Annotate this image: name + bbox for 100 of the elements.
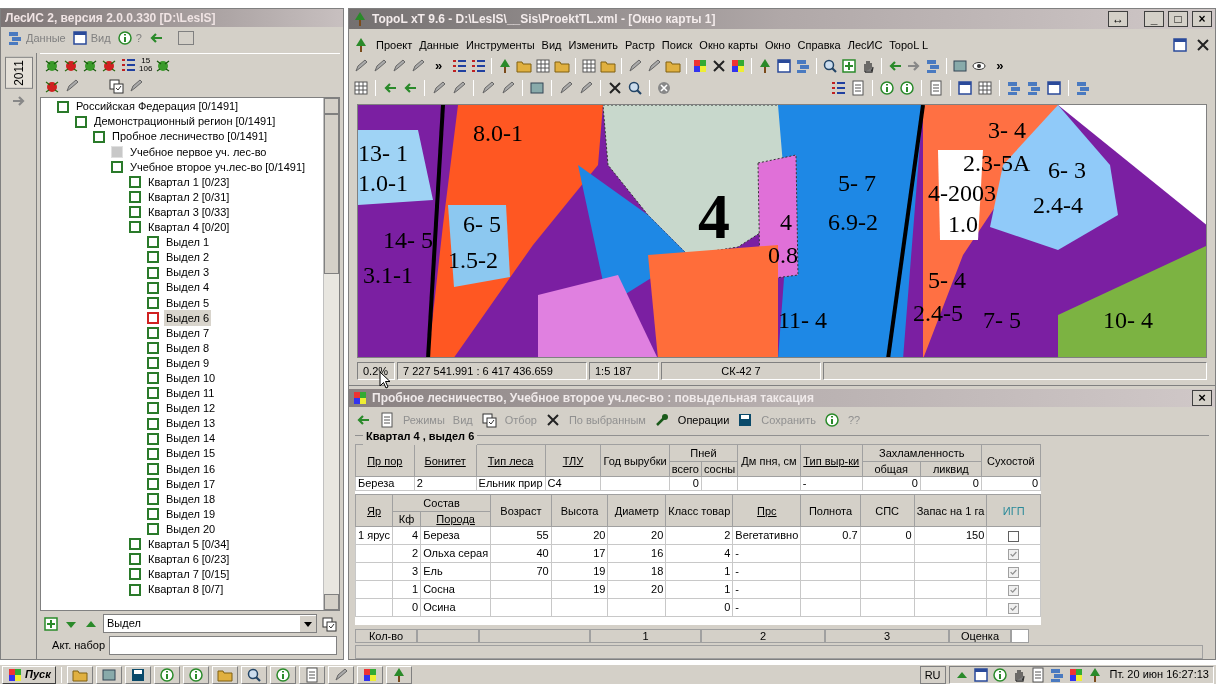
checkbox[interactable]	[1008, 548, 1020, 560]
menu-item[interactable]: Окно карты	[699, 36, 758, 54]
tree-checkbox[interactable]	[147, 266, 159, 279]
title-bar-button[interactable]: _	[1144, 11, 1164, 27]
tree-checkbox[interactable]	[129, 176, 141, 188]
menu-item[interactable]: Изменить	[568, 36, 619, 54]
toolbar-cancel-icon[interactable]	[656, 80, 672, 96]
tree-checkbox[interactable]	[147, 493, 159, 505]
tree-checkbox[interactable]	[147, 417, 159, 430]
minimize-button[interactable]	[177, 31, 194, 45]
toolbar-pen-icon[interactable]	[451, 80, 467, 96]
tree-checkbox[interactable]	[111, 160, 123, 173]
toolbar-pen-icon[interactable]	[372, 58, 388, 74]
toolbar-window-icon[interactable]	[776, 58, 793, 74]
tree-checkbox[interactable]	[147, 326, 159, 339]
tray-icon[interactable]	[1029, 666, 1046, 683]
tree-item[interactable]: Квартал 6 [0/23]	[146, 551, 232, 568]
tree-checkbox[interactable]	[129, 553, 141, 566]
taskbar-app-icon[interactable]	[187, 666, 204, 683]
toolbar-cross-icon[interactable]	[607, 80, 623, 96]
column-header[interactable]: Полнота	[800, 494, 861, 527]
tree-checkbox[interactable]	[147, 387, 159, 400]
toolbar-folder-icon[interactable]	[665, 58, 682, 74]
tree-checkbox[interactable]	[129, 206, 141, 219]
toolbar-pen-icon[interactable]	[578, 80, 594, 96]
tray-icon[interactable]	[991, 666, 1008, 683]
tree-checkbox[interactable]	[147, 281, 159, 294]
toolbar-overflow[interactable]: »	[990, 56, 1010, 76]
tree-item[interactable]: Пробное лесничество [0/1491]	[110, 128, 270, 145]
taskbar-app-icon[interactable]	[245, 666, 262, 683]
column-header[interactable]: ТЛУ	[545, 444, 601, 477]
year-tab[interactable]: 2011	[4, 57, 33, 89]
toolbar-search-icon[interactable]	[627, 80, 643, 96]
tree-item[interactable]: Выдел 2	[164, 249, 211, 266]
tree-item[interactable]: Выдел 12	[164, 400, 218, 417]
tree-item[interactable]: Выдел 20	[164, 520, 218, 538]
taskbar-app-icon[interactable]	[274, 666, 291, 683]
toolbar-document-icon[interactable]	[850, 80, 866, 96]
tree-item[interactable]: Российская Федерация [0/1491]	[74, 98, 241, 115]
scroll-up-button[interactable]	[324, 98, 339, 114]
add-icon[interactable]	[43, 615, 59, 632]
menu-item[interactable]: Справка	[797, 36, 841, 54]
toolbar-layers-icon[interactable]	[1006, 80, 1022, 96]
taskbar-app-icon[interactable]	[129, 666, 146, 683]
column-header[interactable]: Яр	[355, 494, 393, 527]
column-header[interactable]: Прс	[732, 494, 801, 527]
column-header[interactable]: Дм пня, см	[737, 444, 801, 477]
tree-item[interactable]: Выдел 17	[164, 475, 218, 493]
app-icon[interactable]	[353, 37, 369, 53]
toolbar-grid-icon[interactable]	[535, 58, 552, 74]
toolbar-info-icon[interactable]	[879, 80, 895, 96]
tree-item[interactable]: Квартал 2 [0/31]	[146, 188, 232, 206]
column-header[interactable]: Год вырубки	[600, 444, 670, 477]
menu-item[interactable]: Поиск	[661, 36, 693, 54]
toolbar-button[interactable]: Операции	[677, 411, 730, 429]
toolbar-table-icon[interactable]	[353, 80, 369, 96]
close-button[interactable]: ×	[1192, 390, 1212, 406]
toolbar-document-icon[interactable]	[928, 80, 944, 96]
menu-item[interactable]: Растр	[625, 36, 655, 54]
checkbox[interactable]	[1008, 602, 1020, 614]
toolbar-overflow[interactable]: »	[429, 56, 449, 76]
column-header[interactable]: Пней	[669, 444, 738, 462]
column-header[interactable]: СПС	[860, 494, 915, 527]
column-header[interactable]: Тип выр-ки	[800, 444, 863, 477]
menu-item[interactable]: TopoL L	[889, 36, 929, 54]
toolbar-folder-icon[interactable]	[600, 58, 617, 74]
close-icon[interactable]	[1195, 37, 1211, 53]
toolbar-list-icon[interactable]	[830, 80, 846, 96]
tree-checkbox[interactable]	[93, 130, 105, 143]
title-bar-button[interactable]: □	[1168, 11, 1188, 27]
toolbar-table-icon[interactable]	[977, 80, 993, 96]
tree-item[interactable]: Выдел 6	[164, 309, 211, 327]
toolbar-list-icon[interactable]	[470, 58, 487, 74]
title-bar-button[interactable]: ↔	[1108, 11, 1128, 27]
tree-checkbox[interactable]	[147, 508, 159, 521]
tree-checkbox[interactable]	[147, 296, 159, 309]
menu-item[interactable]: Инструменты	[466, 36, 535, 54]
toolbar-pen-icon[interactable]	[627, 58, 644, 74]
tree-item[interactable]: Выдел 8	[164, 339, 211, 357]
tree-checkbox[interactable]	[147, 251, 159, 264]
tree-checkbox[interactable]	[129, 221, 141, 234]
column-header[interactable]: Возраст	[490, 494, 552, 527]
taskbar-app-icon[interactable]	[361, 666, 378, 683]
tree-item[interactable]: Выдел 11	[164, 385, 217, 402]
tree-item[interactable]: Выдел 13	[164, 415, 218, 432]
toolbar-list-icon[interactable]	[451, 58, 468, 74]
column-header[interactable]: Бонитет	[414, 444, 477, 477]
column-header[interactable]: Тип леса	[476, 444, 545, 477]
toolbar-pen-icon[interactable]	[500, 80, 516, 96]
checkbox[interactable]	[1008, 530, 1020, 542]
tree-checkbox[interactable]	[129, 538, 141, 551]
tree-item[interactable]: Выдел 14	[164, 430, 218, 447]
tree-item[interactable]: Выдел 5	[164, 294, 211, 311]
taskbar-app-icon[interactable]	[332, 666, 349, 683]
language-indicator[interactable]: RU	[919, 665, 946, 684]
menu-item[interactable]: Проект	[376, 36, 413, 54]
toolbar-fill-icon[interactable]	[529, 80, 545, 96]
column-header[interactable]: Класс товар	[665, 494, 733, 527]
tree-item[interactable]: Квартал 4 [0/20]	[146, 219, 232, 236]
toolbar-window-icon[interactable]	[1046, 80, 1062, 96]
